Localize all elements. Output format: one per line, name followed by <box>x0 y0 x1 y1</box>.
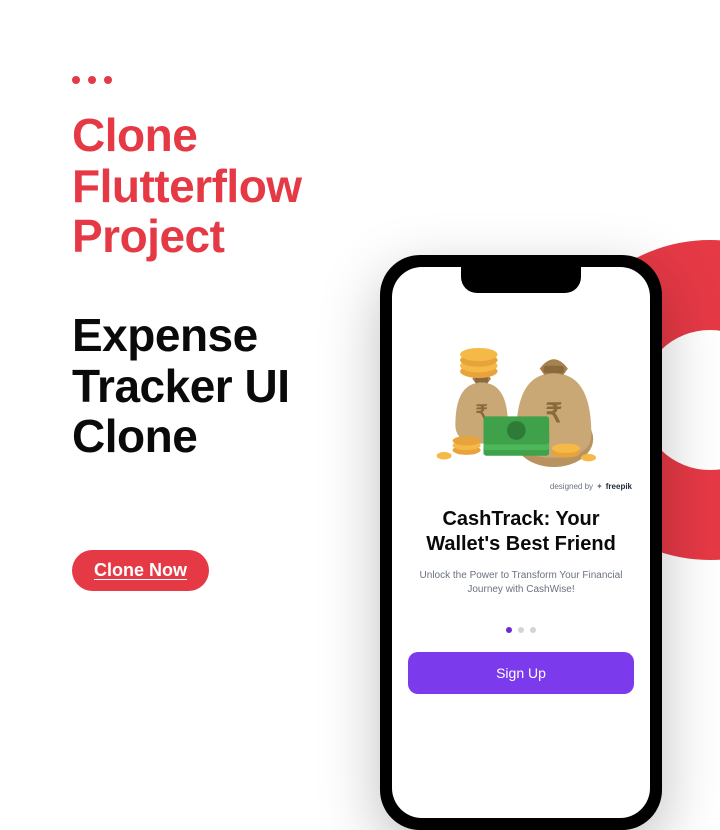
app-onboarding-subtitle: Unlock the Power to Transform Your Finan… <box>392 569 650 597</box>
decorative-dots <box>72 76 112 84</box>
page-dot-2[interactable] <box>518 627 524 633</box>
freepik-icon: ✦ <box>596 482 603 491</box>
page-dot-3[interactable] <box>530 627 536 633</box>
heading-secondary: ExpenseTracker UIClone <box>72 310 289 462</box>
signup-button[interactable]: Sign Up <box>408 652 634 694</box>
money-illustration: ₹ ₹ <box>392 307 650 477</box>
credit-brand: freepik <box>606 482 632 491</box>
page-indicator[interactable] <box>392 627 650 633</box>
credit-prefix: designed by <box>550 482 593 491</box>
illustration-credit: designed by ✦ freepik <box>550 482 632 491</box>
app-onboarding-title: CashTrack: Your Wallet's Best Friend <box>392 507 650 557</box>
phone-mockup: ₹ ₹ <box>380 255 662 830</box>
phone-notch <box>461 267 581 293</box>
heading-primary: CloneFlutterflowProject <box>72 110 302 262</box>
phone-screen: ₹ ₹ <box>392 267 650 818</box>
page-dot-1[interactable] <box>506 627 512 633</box>
clone-now-button[interactable]: Clone Now <box>72 550 209 591</box>
